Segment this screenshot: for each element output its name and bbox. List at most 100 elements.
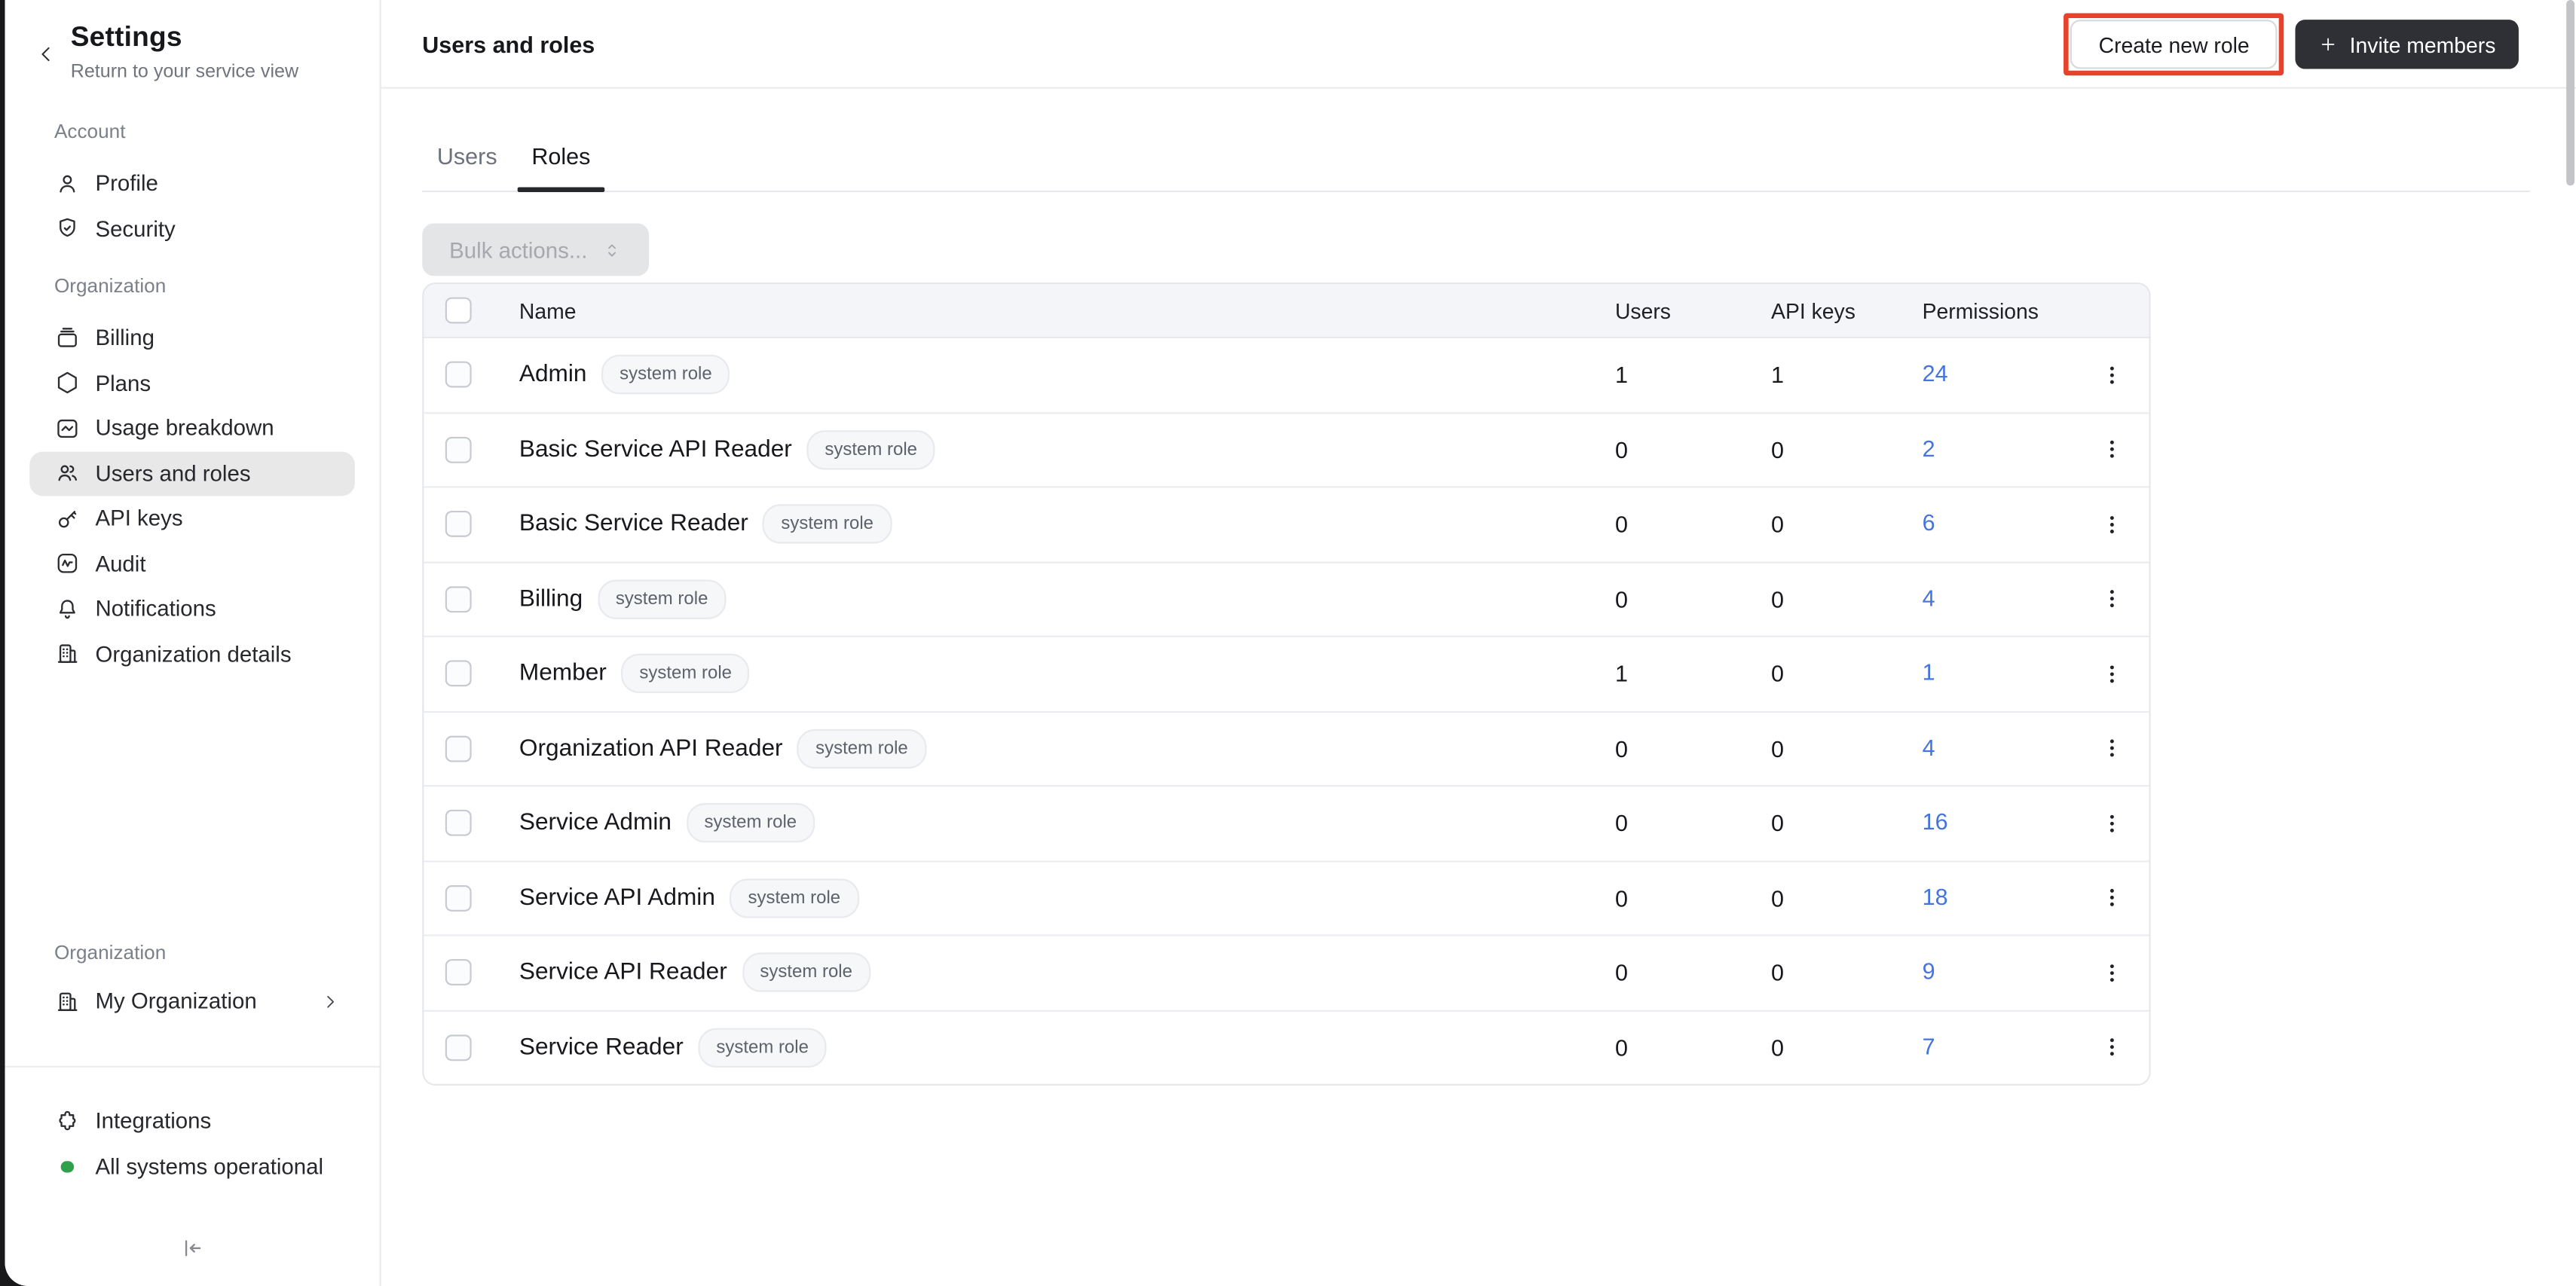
column-header-users[interactable]: Users bbox=[1615, 298, 1771, 323]
permissions-link[interactable]: 4 bbox=[1923, 585, 1935, 611]
sidebar-item-organization-details[interactable]: Organization details bbox=[29, 631, 355, 677]
kebab-menu-icon[interactable] bbox=[2100, 512, 2125, 537]
table-row: Member system role 1 0 1 bbox=[424, 635, 2149, 710]
row-checkbox[interactable] bbox=[445, 511, 472, 538]
kebab-menu-icon[interactable] bbox=[2100, 886, 2125, 911]
api-keys-count: 0 bbox=[1771, 660, 1785, 687]
api-keys-count: 0 bbox=[1771, 1034, 1785, 1061]
row-checkbox[interactable] bbox=[445, 884, 472, 912]
row-checkbox[interactable] bbox=[445, 660, 472, 687]
sidebar-item-label: Notifications bbox=[95, 596, 216, 622]
permissions-link[interactable]: 18 bbox=[1923, 883, 1948, 909]
row-checkbox[interactable] bbox=[445, 585, 472, 612]
row-checkbox[interactable] bbox=[445, 810, 472, 837]
permissions-link[interactable]: 2 bbox=[1923, 435, 1935, 461]
create-new-role-button[interactable]: Create new role bbox=[2070, 20, 2278, 69]
roles-table: Name Users API keys Permissions Admin sys… bbox=[422, 282, 2151, 1086]
table-row: Service Admin system role 0 0 16 bbox=[424, 785, 2149, 860]
sidebar-nav: Account Profile Security Organization Billin… bbox=[5, 118, 380, 677]
kebab-menu-icon[interactable] bbox=[2100, 661, 2125, 686]
kebab-menu-icon[interactable] bbox=[2100, 736, 2125, 761]
sidebar-item-profile[interactable]: Profile bbox=[29, 161, 355, 206]
row-checkbox[interactable] bbox=[445, 735, 472, 762]
sidebar-item-label: Users and roles bbox=[95, 461, 251, 486]
sidebar-item-audit[interactable]: Audit bbox=[29, 541, 355, 586]
back-button[interactable] bbox=[31, 39, 60, 69]
sidebar-item-label: Integrations bbox=[95, 1109, 212, 1134]
column-header-permissions[interactable]: Permissions bbox=[1923, 298, 2076, 323]
status-label: All systems operational bbox=[95, 1153, 324, 1179]
permissions-link[interactable]: 9 bbox=[1923, 958, 1935, 984]
kebab-menu-icon[interactable] bbox=[2100, 811, 2125, 835]
sidebar-item-label: API keys bbox=[95, 506, 183, 531]
return-to-service-link[interactable]: Return to your service view bbox=[71, 63, 298, 82]
table-toolbar: Bulk actions... bbox=[422, 223, 2576, 276]
system-role-badge: system role bbox=[597, 579, 727, 619]
api-keys-count: 0 bbox=[1771, 810, 1785, 837]
row-checkbox[interactable] bbox=[445, 436, 472, 463]
sidebar-item-security[interactable]: Security bbox=[29, 206, 355, 252]
bulk-actions-label: Bulk actions... bbox=[449, 237, 588, 262]
invite-members-label: Invite members bbox=[2349, 32, 2496, 57]
select-all-checkbox[interactable] bbox=[445, 297, 472, 324]
permissions-link[interactable]: 6 bbox=[1923, 509, 1935, 536]
kebab-menu-icon[interactable] bbox=[2100, 961, 2125, 985]
column-header-name[interactable]: Name bbox=[498, 298, 1615, 323]
sidebar-item-api-keys[interactable]: API keys bbox=[29, 496, 355, 541]
kebab-menu-icon[interactable] bbox=[2100, 437, 2125, 462]
role-name: Member bbox=[519, 660, 607, 687]
kebab-menu-icon[interactable] bbox=[2100, 1035, 2125, 1060]
users-count: 0 bbox=[1614, 436, 1628, 463]
audit-icon bbox=[54, 551, 81, 577]
row-checkbox[interactable] bbox=[445, 959, 472, 986]
sidebar-section: Account Profile Security bbox=[5, 118, 380, 252]
tab-roles[interactable]: Roles bbox=[516, 89, 605, 193]
sidebar-item-usage-breakdown[interactable]: Usage breakdown bbox=[29, 405, 355, 451]
kebab-menu-icon[interactable] bbox=[2100, 362, 2125, 387]
api-keys-count: 1 bbox=[1771, 362, 1785, 389]
permissions-link[interactable]: 4 bbox=[1923, 734, 1935, 760]
sidebar-item-users-and-roles[interactable]: Users and roles bbox=[29, 451, 355, 496]
system-role-badge: system role bbox=[621, 654, 751, 694]
sidebar-item-billing[interactable]: Billing bbox=[29, 316, 355, 361]
table-row: Service API Admin system role 0 0 18 bbox=[424, 860, 2149, 935]
header-actions: Create new role Invite members bbox=[2064, 0, 2519, 89]
permissions-link[interactable]: 7 bbox=[1923, 1033, 1935, 1059]
system-role-badge: system role bbox=[742, 952, 870, 993]
api-keys-count: 0 bbox=[1771, 884, 1785, 912]
table-row: Billing system role 0 0 4 bbox=[424, 561, 2149, 636]
sidebar-item-plans[interactable]: Plans bbox=[29, 361, 355, 406]
scrollbar-thumb[interactable] bbox=[2566, 0, 2575, 186]
sidebar-item-label: Billing bbox=[95, 325, 154, 350]
key-icon bbox=[54, 506, 81, 532]
bulk-actions-select[interactable]: Bulk actions... bbox=[422, 223, 650, 276]
main-content: Users and roles Create new role Invite m… bbox=[381, 0, 2576, 1286]
settings-title: Settings bbox=[70, 21, 182, 53]
status-dot bbox=[54, 1153, 81, 1180]
invite-members-button[interactable]: Invite members bbox=[2295, 20, 2519, 69]
table-row: Organization API Reader system role 0 0 4 bbox=[424, 710, 2149, 786]
sidebar: Settings Return to your service view Acc… bbox=[5, 0, 381, 1286]
chevron-right-icon bbox=[320, 991, 340, 1011]
table-row: Service Reader system role 0 0 7 bbox=[424, 1009, 2149, 1084]
sidebar-item-my-organization[interactable]: My Organization bbox=[29, 979, 355, 1024]
collapse-sidebar-button[interactable] bbox=[176, 1233, 209, 1263]
tab-users[interactable]: Users bbox=[422, 89, 512, 191]
api-keys-count: 0 bbox=[1771, 436, 1785, 463]
column-header-api-keys[interactable]: API keys bbox=[1771, 298, 1923, 323]
permissions-link[interactable]: 16 bbox=[1923, 808, 1948, 835]
permissions-link[interactable]: 1 bbox=[1923, 659, 1935, 686]
kebab-menu-icon[interactable] bbox=[2100, 587, 2125, 612]
system-status-item[interactable]: All systems operational bbox=[29, 1144, 355, 1189]
section-label: Account bbox=[54, 120, 126, 143]
sidebar-item-notifications[interactable]: Notifications bbox=[29, 586, 355, 631]
row-checkbox[interactable] bbox=[445, 362, 472, 389]
row-checkbox[interactable] bbox=[445, 1034, 472, 1061]
users-count: 1 bbox=[1614, 362, 1628, 389]
users-count: 0 bbox=[1614, 810, 1628, 837]
role-name: Basic Service API Reader bbox=[519, 436, 792, 463]
permissions-link[interactable]: 24 bbox=[1923, 360, 1948, 386]
role-name: Basic Service Reader bbox=[519, 511, 748, 538]
users-count: 0 bbox=[1614, 735, 1628, 762]
sidebar-item-integrations[interactable]: Integrations bbox=[29, 1098, 355, 1144]
